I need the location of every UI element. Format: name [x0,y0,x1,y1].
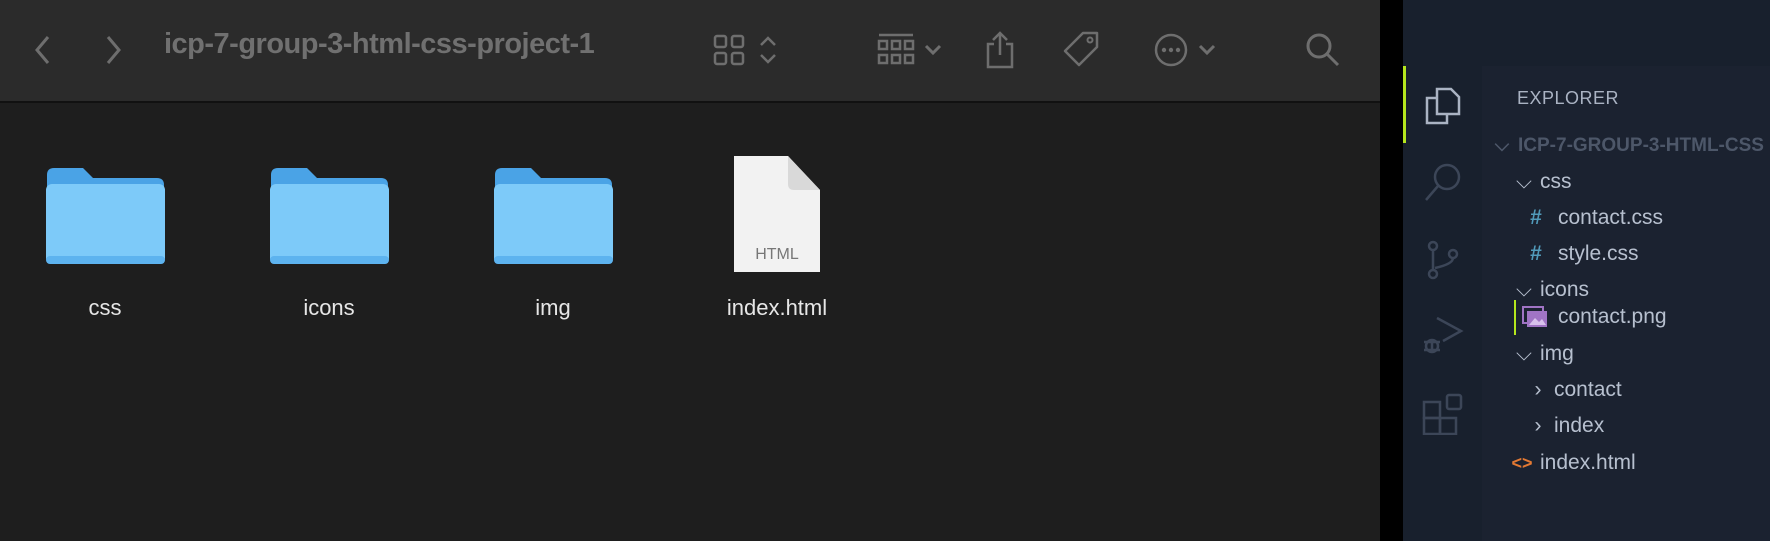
image-file-icon [1522,306,1547,327]
up-down-chevron-icon [759,36,776,64]
explorer-title: EXPLORER [1517,88,1620,108]
chevron-right-icon: › [1534,414,1542,437]
ellipsis-circle-icon [1154,33,1188,67]
files-icon [1425,87,1460,125]
forward-button[interactable] [98,30,128,70]
item-label: img [535,295,571,320]
html-file-icon: HTML [732,154,822,274]
chevron-down-icon: ⌵ [1516,342,1532,365]
search-icon [1306,33,1340,67]
folder-icon [270,168,389,264]
more-actions-button[interactable] [1145,30,1225,70]
folder-icon [46,168,165,264]
tree-file-contact-png[interactable]: contact.png [1522,299,1667,335]
group-icon [877,33,914,65]
tree-folder-index[interactable]: › index [1526,408,1605,444]
window-divider [1380,0,1403,541]
window-title: icp-7-group-3-html-css-project-1 [164,28,595,60]
tree-folder-contact[interactable]: › contact [1526,372,1622,408]
chevron-down-icon [924,44,941,56]
search-button[interactable] [1303,30,1343,70]
tag-button[interactable] [1060,30,1102,70]
run-debug-icon [1423,316,1464,354]
view-mode-button[interactable] [708,30,783,70]
root-label: ICP-7-GROUP-3-HTML-CSS [1518,135,1764,156]
chevron-down-icon: ⌵ [1516,170,1532,193]
tree-folder-css[interactable]: ⌵ css [1512,164,1572,200]
finder-window: icp-7-group-3-html-css-project-1 css ico… [0,0,1380,541]
item-label: icons [303,295,355,320]
css-file-icon: # [1530,242,1542,265]
tree-label: img [1540,342,1574,365]
source-control-activity-button[interactable] [1403,240,1482,280]
chevron-right-icon: › [1534,378,1542,401]
folder-item-css[interactable]: css [15,160,195,320]
chevron-down-icon [1198,44,1216,56]
explorer-sidebar: EXPLORER ⌵ ICP-7-GROUP-3-HTML-CSS ⌵ css # c… [1482,66,1770,541]
tree-file-contact-css[interactable]: # contact.css [1522,200,1663,236]
workspace-root[interactable]: ⌵ ICP-7-GROUP-3-HTML-CSS [1490,128,1764,164]
css-file-icon: # [1530,206,1542,229]
indent-guide [1514,300,1516,335]
group-button[interactable] [872,30,947,70]
item-label: css [88,295,122,320]
tree-label: style.css [1558,242,1639,265]
search-activity-button[interactable] [1403,162,1482,204]
tree-label: index [1554,414,1605,437]
vscode-top-area [1482,0,1770,66]
tree-label: contact.png [1558,305,1667,328]
share-button[interactable] [980,30,1020,70]
tree-folder-img[interactable]: ⌵ img [1512,336,1574,372]
folder-item-img[interactable]: img [463,160,643,320]
vscode-activity-bar [1403,0,1482,541]
tree-label: css [1540,170,1572,193]
folder-icon [494,168,613,264]
source-control-icon [1427,240,1458,280]
chevron-down-icon: ⌵ [1494,135,1510,156]
tag-icon [1063,31,1099,67]
tree-file-index-html[interactable]: <> index.html [1510,445,1636,481]
tree-file-style-css[interactable]: # style.css [1522,236,1639,272]
share-icon [986,31,1014,69]
tree-label: contact.css [1558,206,1664,229]
finder-toolbar: icp-7-group-3-html-css-project-1 [0,0,1380,103]
chevron-right-icon [106,36,121,64]
folder-item-icons[interactable]: icons [239,160,419,320]
explorer-activity-button[interactable] [1403,85,1482,125]
search-icon [1424,163,1460,201]
extensions-icon [1422,393,1462,435]
chevron-left-icon [35,36,50,64]
file-type-badge: HTML [755,246,799,263]
back-button[interactable] [28,30,58,70]
html-file-icon: <> [1511,452,1533,473]
tree-label: contact [1554,378,1622,401]
grid-view-icon [713,34,744,66]
item-label: index.html [726,295,828,320]
run-debug-activity-button[interactable] [1403,315,1482,357]
extensions-activity-button[interactable] [1403,393,1482,435]
tree-label: index.html [1540,451,1636,474]
